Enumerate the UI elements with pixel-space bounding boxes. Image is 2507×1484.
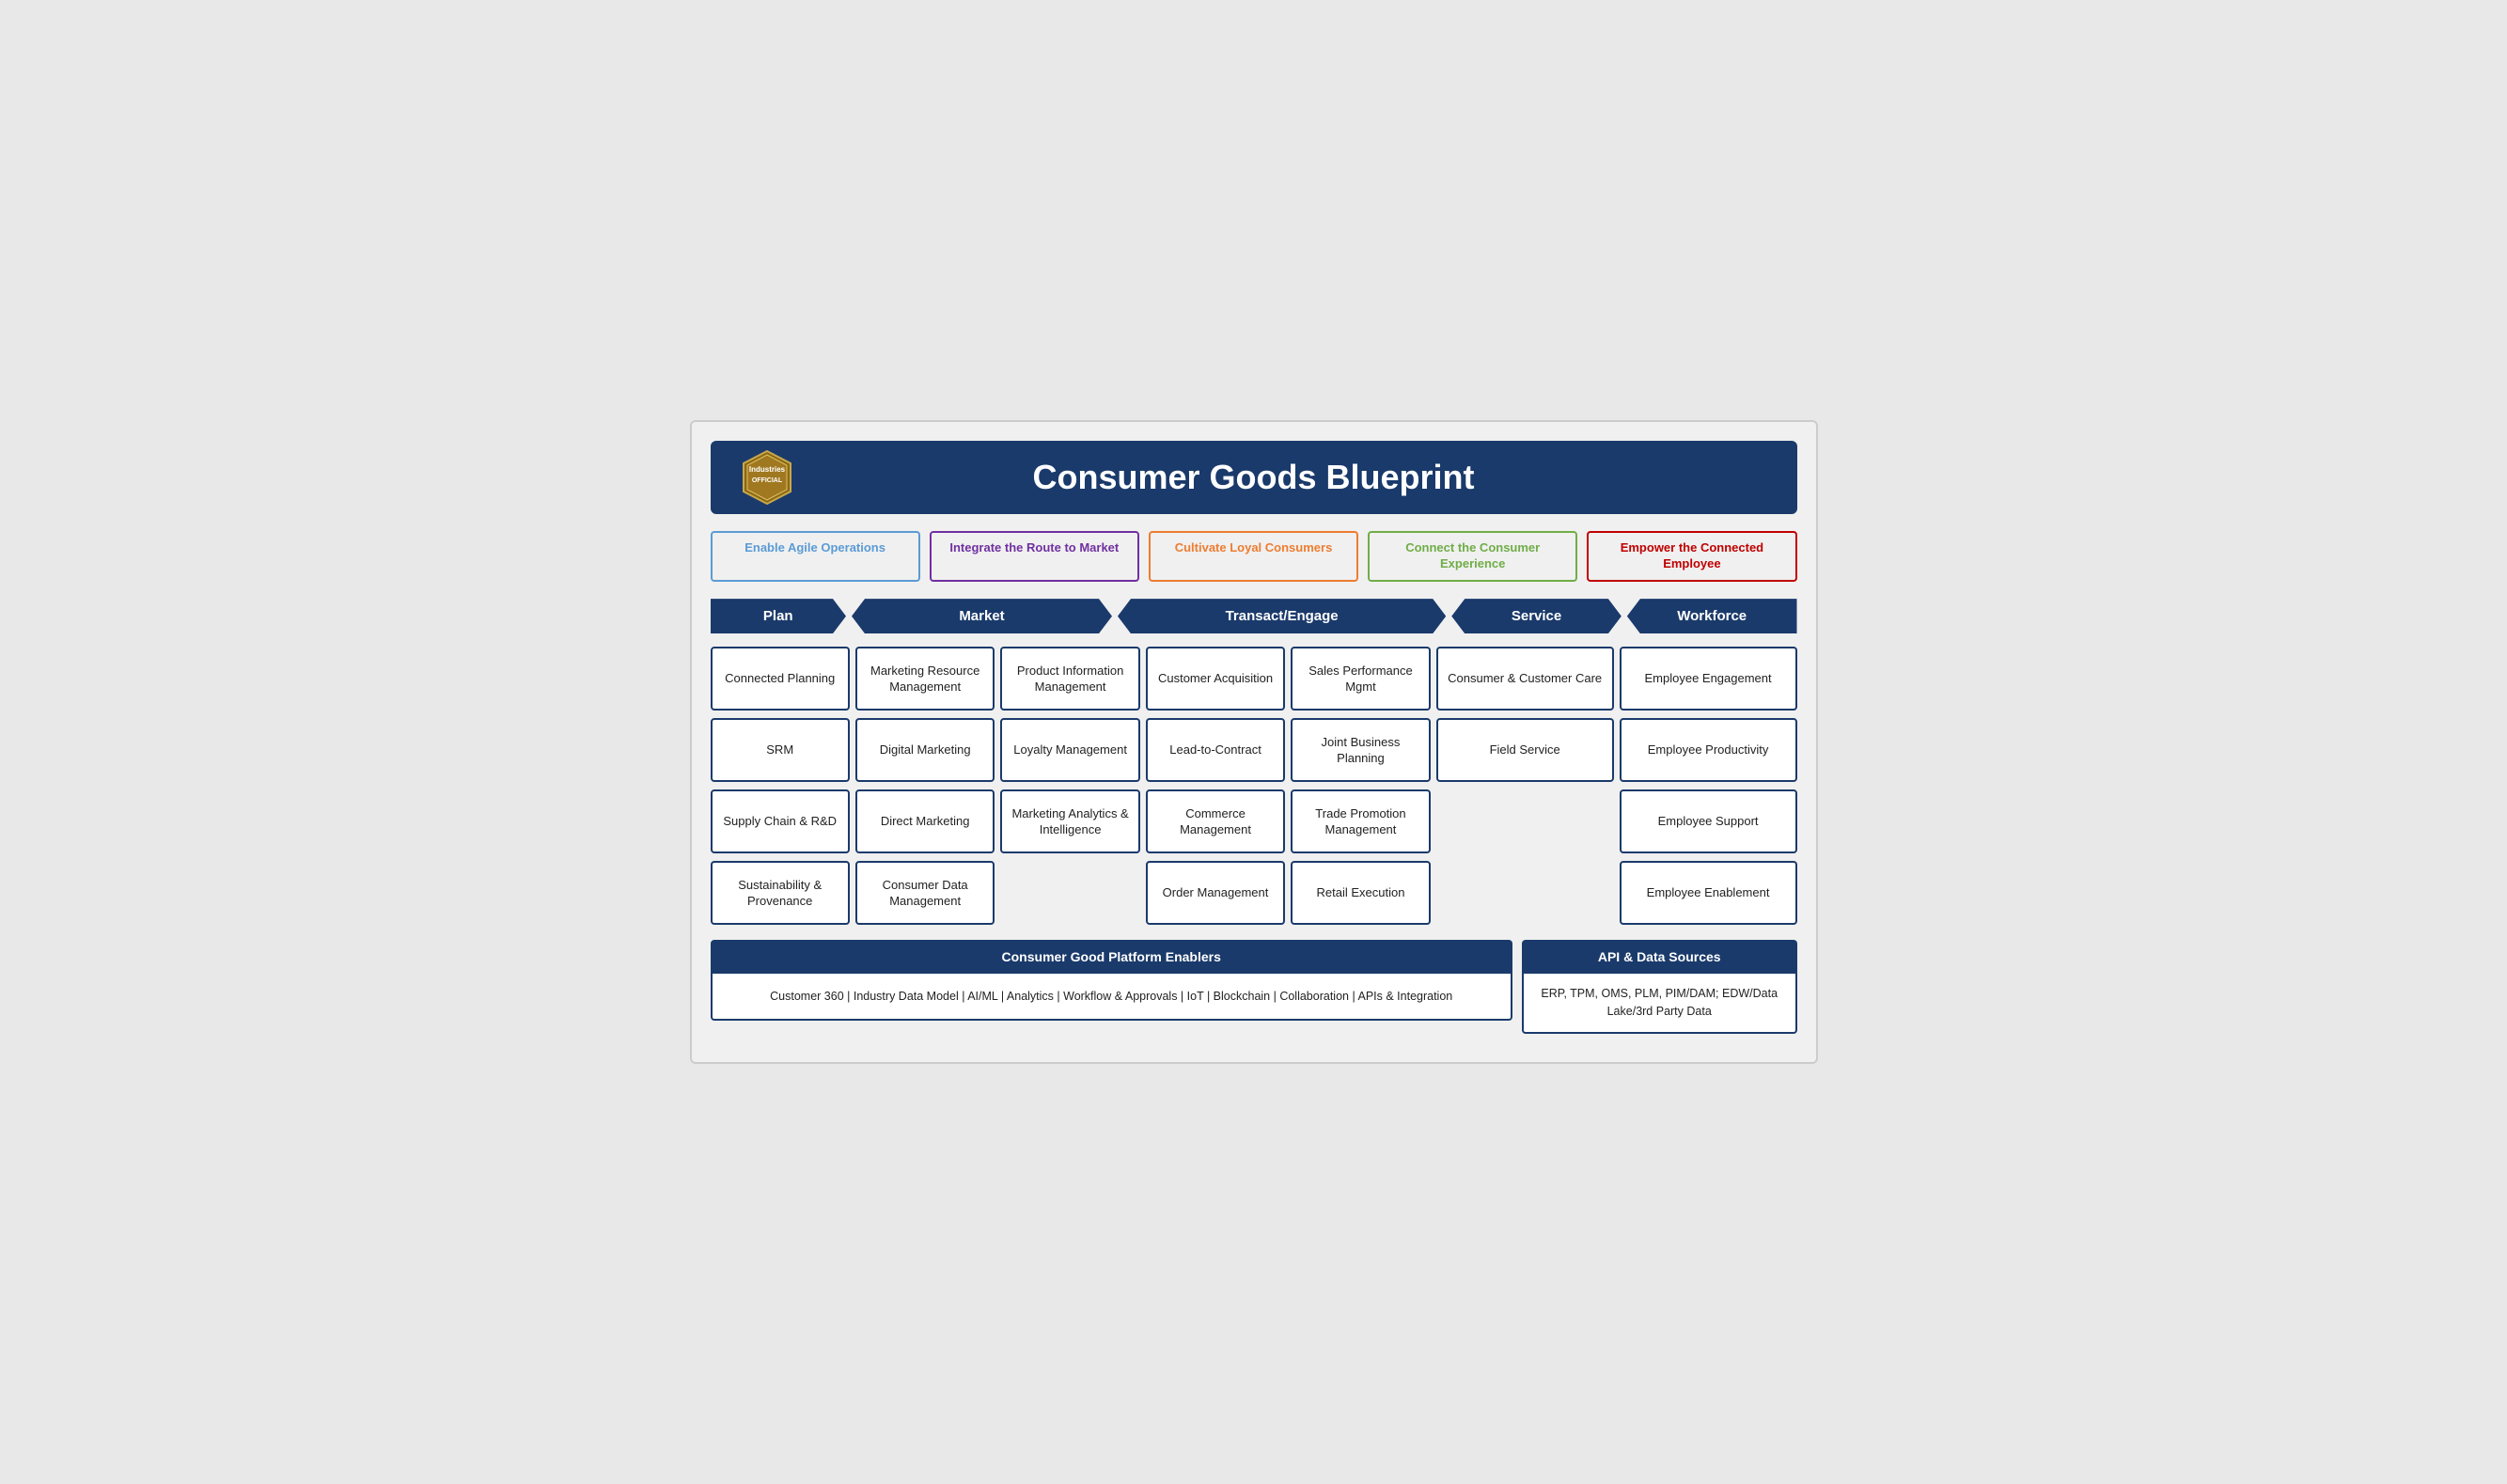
list-item: Marketing Resource Management — [855, 647, 995, 711]
strategy-row: Enable Agile Operations Integrate the Ro… — [711, 531, 1797, 582]
blueprint-container: Industries OFFICIAL Consumer Goods Bluep… — [690, 420, 1818, 1063]
strategy-banner-4: Connect the Consumer Experience — [1368, 531, 1577, 582]
list-item: Joint Business Planning — [1291, 718, 1430, 782]
list-item-empty — [1000, 861, 1139, 925]
col-service: Consumer & Customer Care Field Service — [1436, 647, 1614, 925]
col-plan: Connected Planning SRM Supply Chain & R&… — [711, 647, 850, 925]
list-item: Employee Engagement — [1620, 647, 1797, 711]
strategy-banner-5: Empower the Connected Employee — [1587, 531, 1796, 582]
list-item: Field Service — [1436, 718, 1614, 782]
list-item: Consumer & Customer Care — [1436, 647, 1614, 711]
list-item: Employee Enablement — [1620, 861, 1797, 925]
badge: Industries OFFICIAL — [739, 449, 795, 506]
main-grid: Connected Planning SRM Supply Chain & R&… — [711, 647, 1797, 925]
phase-service: Service — [1451, 599, 1622, 633]
api-header: API & Data Sources — [1522, 940, 1797, 974]
list-item: Retail Execution — [1291, 861, 1430, 925]
list-item: Digital Marketing — [855, 718, 995, 782]
list-item: Sustainability & Provenance — [711, 861, 850, 925]
col-workforce: Employee Engagement Employee Productivit… — [1620, 647, 1797, 925]
list-item: Direct Marketing — [855, 789, 995, 853]
list-item: Consumer Data Management — [855, 861, 995, 925]
list-item-empty — [1436, 861, 1614, 925]
phase-market: Market — [852, 599, 1112, 633]
col-market2: Product Information Management Loyalty M… — [1000, 647, 1139, 925]
platform-header: Consumer Good Platform Enablers — [711, 940, 1512, 974]
list-item: Loyalty Management — [1000, 718, 1139, 782]
list-item: Supply Chain & R&D — [711, 789, 850, 853]
header-section: Industries OFFICIAL Consumer Goods Bluep… — [711, 441, 1797, 514]
platform-content: Customer 360 | Industry Data Model | AI/… — [711, 974, 1512, 1021]
list-item: Sales Performance Mgmt — [1291, 647, 1430, 711]
phase-row: Plan Market Transact/Engage Service Work… — [711, 599, 1797, 633]
svg-text:OFFICIAL: OFFICIAL — [751, 477, 782, 484]
strategy-banner-2: Integrate the Route to Market — [930, 531, 1139, 582]
list-item: Lead-to-Contract — [1146, 718, 1285, 782]
col-transact1: Customer Acquisition Lead-to-Contract Co… — [1146, 647, 1285, 925]
list-item: SRM — [711, 718, 850, 782]
list-item: Marketing Analytics & Intelligence — [1000, 789, 1139, 853]
platform-section: Consumer Good Platform Enablers Customer… — [711, 940, 1512, 1034]
list-item-empty — [1436, 789, 1614, 853]
svg-text:Industries: Industries — [748, 465, 785, 474]
col-market1: Marketing Resource Management Digital Ma… — [855, 647, 995, 925]
strategy-banner-3: Cultivate Loyal Consumers — [1149, 531, 1358, 582]
phase-workforce: Workforce — [1627, 599, 1797, 633]
phase-plan: Plan — [711, 599, 847, 633]
list-item: Trade Promotion Management — [1291, 789, 1430, 853]
col-transact2: Sales Performance Mgmt Joint Business Pl… — [1291, 647, 1430, 925]
list-item: Commerce Management — [1146, 789, 1285, 853]
main-title: Consumer Goods Blueprint — [1032, 458, 1474, 497]
list-item: Employee Support — [1620, 789, 1797, 853]
list-item: Connected Planning — [711, 647, 850, 711]
bottom-row: Consumer Good Platform Enablers Customer… — [711, 940, 1797, 1034]
api-section: API & Data Sources ERP, TPM, OMS, PLM, P… — [1522, 940, 1797, 1034]
list-item: Order Management — [1146, 861, 1285, 925]
api-content: ERP, TPM, OMS, PLM, PIM/DAM; EDW/Data La… — [1522, 974, 1797, 1034]
list-item: Customer Acquisition — [1146, 647, 1285, 711]
list-item: Employee Productivity — [1620, 718, 1797, 782]
phase-transact: Transact/Engage — [1118, 599, 1446, 633]
list-item: Product Information Management — [1000, 647, 1139, 711]
strategy-banner-1: Enable Agile Operations — [711, 531, 920, 582]
